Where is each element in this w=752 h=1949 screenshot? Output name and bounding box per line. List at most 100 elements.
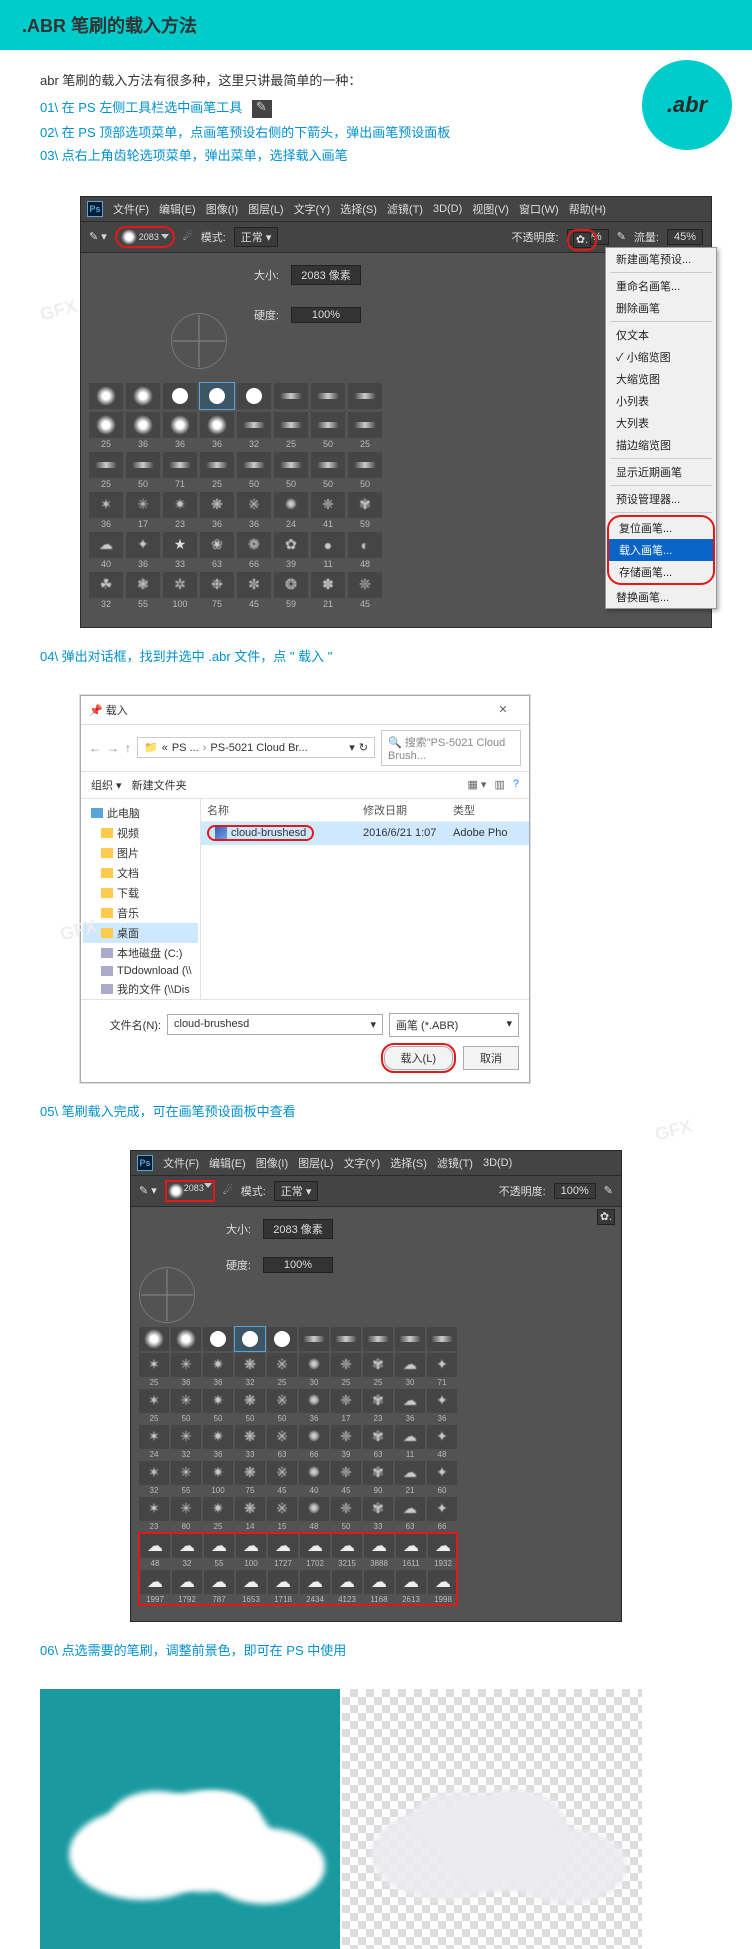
brush-swatch[interactable]: ✾25	[363, 1353, 393, 1387]
brush-swatch[interactable]	[235, 1327, 265, 1351]
cloud-brush-swatch[interactable]: ☁1168	[364, 1570, 394, 1604]
brush-swatch[interactable]: ✶32	[139, 1461, 169, 1495]
brush-swatch[interactable]	[267, 1327, 297, 1351]
menu-layer[interactable]: 图层(L)	[248, 201, 283, 217]
brush-swatch[interactable]: ☁30	[395, 1353, 425, 1387]
menu-window[interactable]: 窗口(W)	[519, 201, 559, 217]
ctx-reset[interactable]: 复位画笔...	[609, 517, 713, 539]
tree-pc[interactable]: 此电脑	[83, 803, 198, 823]
brush-swatch[interactable]: ✷36	[203, 1353, 233, 1387]
brush-swatch[interactable]: ❋50	[235, 1389, 265, 1423]
cloud-brush-swatch[interactable]: ☁787	[204, 1570, 234, 1604]
search-input[interactable]: 🔍 搜索"PS-5021 Cloud Brush...	[381, 730, 521, 766]
tree-desktop[interactable]: 桌面	[83, 923, 198, 943]
ctx-load-brushes[interactable]: 载入画笔...	[609, 539, 713, 561]
flow-value[interactable]: 45%	[667, 229, 703, 245]
ctx-stroke-thumb[interactable]: 描边缩览图	[606, 434, 716, 456]
brush-swatch[interactable]: ✳36	[171, 1353, 201, 1387]
ctx-small-list[interactable]: 小列表	[606, 390, 716, 412]
brush-swatch[interactable]: ✦48	[427, 1425, 457, 1459]
brush-swatch[interactable]	[395, 1327, 425, 1351]
cloud-brush-swatch[interactable]: ☁48	[140, 1534, 170, 1568]
cloud-brush-swatch[interactable]: ☁32	[172, 1534, 202, 1568]
nav-back-icon[interactable]: ←	[89, 741, 101, 755]
gear-icon[interactable]: ✿.	[573, 232, 591, 248]
ctx-new-preset[interactable]: 新建画笔预设...	[606, 248, 716, 270]
mode-select[interactable]: 正常 ▾	[234, 227, 279, 247]
cloud-brush-swatch[interactable]: ☁1997	[140, 1570, 170, 1604]
brush-swatch[interactable]: ❈25	[331, 1353, 361, 1387]
brush-swatch[interactable]: ✷36	[203, 1425, 233, 1459]
brush-swatch[interactable]: ❈50	[331, 1497, 361, 1531]
cloud-brush-swatch[interactable]: ☁1727	[268, 1534, 298, 1568]
ctx-text-only[interactable]: 仅文本	[606, 324, 716, 346]
cloud-brush-swatch[interactable]: ☁1718	[268, 1570, 298, 1604]
brush-swatch[interactable]: ✺66	[299, 1425, 329, 1459]
brush-swatch[interactable]: ✾23	[363, 1389, 393, 1423]
brush-swatch[interactable]: ❋32	[235, 1353, 265, 1387]
cloud-brush-swatch[interactable]: ☁4123	[332, 1570, 362, 1604]
cloud-brush-swatch[interactable]: ☁1998	[428, 1570, 458, 1604]
brush-swatch[interactable]: ※63	[267, 1425, 297, 1459]
brush-swatch[interactable]: ✶25	[139, 1353, 169, 1387]
cloud-brush-swatch[interactable]: ☁1611	[396, 1534, 426, 1568]
menu-file[interactable]: 文件(F)	[113, 201, 149, 217]
cloud-brush-swatch[interactable]: ☁3215	[332, 1534, 362, 1568]
brush-swatch[interactable]: ✳32	[171, 1425, 201, 1459]
brush-swatch[interactable]: ☁11	[395, 1425, 425, 1459]
size-value[interactable]: 2083 像素	[291, 265, 361, 285]
tree-mydoc[interactable]: 我的文件 (\\Dis	[83, 979, 198, 999]
brush-swatch[interactable]	[363, 1327, 393, 1351]
menu-filter[interactable]: 滤镜(T)	[387, 201, 423, 217]
brush-swatch[interactable]	[299, 1327, 329, 1351]
ctx-rename[interactable]: 重命名画笔...	[606, 275, 716, 297]
tree-cdrive[interactable]: 本地磁盘 (C:)	[83, 943, 198, 963]
filetype-select[interactable]: 画笔 (*.ABR) ▾	[389, 1013, 519, 1037]
brush-swatch[interactable]: ✾33	[363, 1497, 393, 1531]
brush-swatch[interactable]: ✶23	[139, 1497, 169, 1531]
nav-fwd-icon[interactable]: →	[107, 741, 119, 755]
brush-swatch[interactable]: ❋33	[235, 1425, 265, 1459]
brush-swatch[interactable]: ※25	[267, 1353, 297, 1387]
menu-type[interactable]: 文字(Y)	[294, 201, 331, 217]
brush-swatch[interactable]: ✳80	[171, 1497, 201, 1531]
brush-swatch[interactable]	[203, 1327, 233, 1351]
new-folder-button[interactable]: 新建文件夹	[132, 777, 187, 793]
brush-swatch[interactable]: ✾90	[363, 1461, 393, 1495]
brush-swatch[interactable]: ※45	[267, 1461, 297, 1495]
ctx-preset-mgr[interactable]: 预设管理器...	[606, 488, 716, 510]
brush-swatch[interactable]: ✷25	[203, 1497, 233, 1531]
brush-swatch[interactable]: ✺40	[299, 1461, 329, 1495]
hardness-value[interactable]: 100%	[291, 307, 361, 323]
brush-swatch[interactable]: ☁21	[395, 1461, 425, 1495]
brush-settings-icon[interactable]: ☄	[183, 230, 193, 243]
menu-select[interactable]: 选择(S)	[340, 201, 377, 217]
brush-preset-dropdown[interactable]: 2083	[115, 226, 175, 248]
cloud-brush-swatch[interactable]: ☁1932	[428, 1534, 458, 1568]
ctx-save[interactable]: 存储画笔...	[609, 561, 713, 583]
brush-swatch[interactable]: ✺30	[299, 1353, 329, 1387]
ctx-recent[interactable]: 显示近期画笔	[606, 461, 716, 483]
tree-td[interactable]: TDdownload (\\	[83, 963, 198, 979]
cloud-brush-swatch[interactable]: ☁3888	[364, 1534, 394, 1568]
brush-swatch[interactable]: ❈17	[331, 1389, 361, 1423]
brush-swatch[interactable]	[139, 1327, 169, 1351]
brush-swatch[interactable]: ※50	[267, 1389, 297, 1423]
menu-view[interactable]: 视图(V)	[472, 201, 509, 217]
ctx-large-thumb[interactable]: 大缩览图	[606, 368, 716, 390]
tool-icon[interactable]: ✎ ▾	[89, 230, 107, 243]
cloud-brush-swatch[interactable]: ☁1702	[300, 1534, 330, 1568]
brush-swatch[interactable]: ✺48	[299, 1497, 329, 1531]
brush-swatch[interactable]: ✺36	[299, 1389, 329, 1423]
menu-3d[interactable]: 3D(D)	[433, 203, 462, 215]
brush-swatch[interactable]: ✶25	[139, 1389, 169, 1423]
file-row-selected[interactable]: cloud-brushesd 2016/6/21 1:07 Adobe Pho	[201, 822, 529, 845]
brush-swatch[interactable]: ❋14	[235, 1497, 265, 1531]
tree-music[interactable]: 音乐	[83, 903, 198, 923]
brush-swatch[interactable]: ☁36	[395, 1389, 425, 1423]
menu-edit[interactable]: 编辑(E)	[159, 201, 196, 217]
help-icon[interactable]: ?	[513, 778, 519, 791]
brush-swatch[interactable]: ✾63	[363, 1425, 393, 1459]
filename-input[interactable]: cloud-brushesd ▾	[167, 1014, 383, 1035]
brush-swatch[interactable]: ❈45	[331, 1461, 361, 1495]
